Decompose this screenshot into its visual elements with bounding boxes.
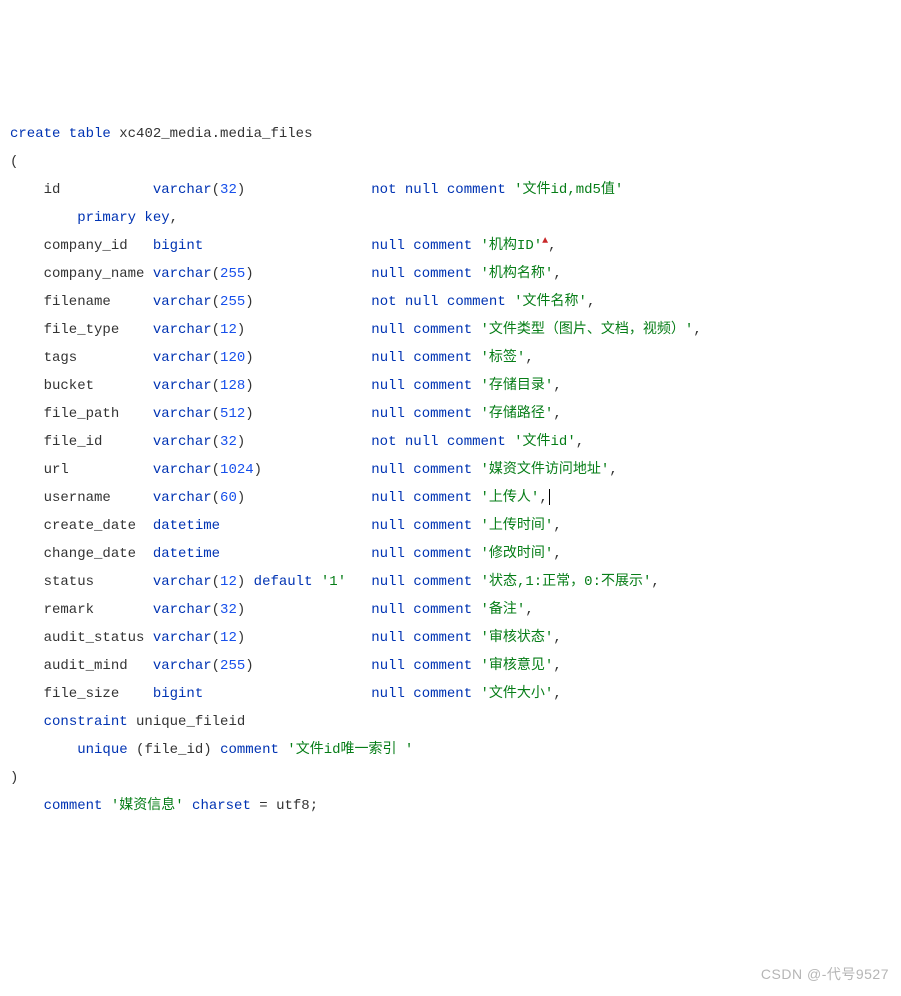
sql-code-block: create table xc402_media.media_files ( i… [10, 120, 891, 820]
watermark-text: CSDN @-代号9527 [761, 960, 889, 988]
